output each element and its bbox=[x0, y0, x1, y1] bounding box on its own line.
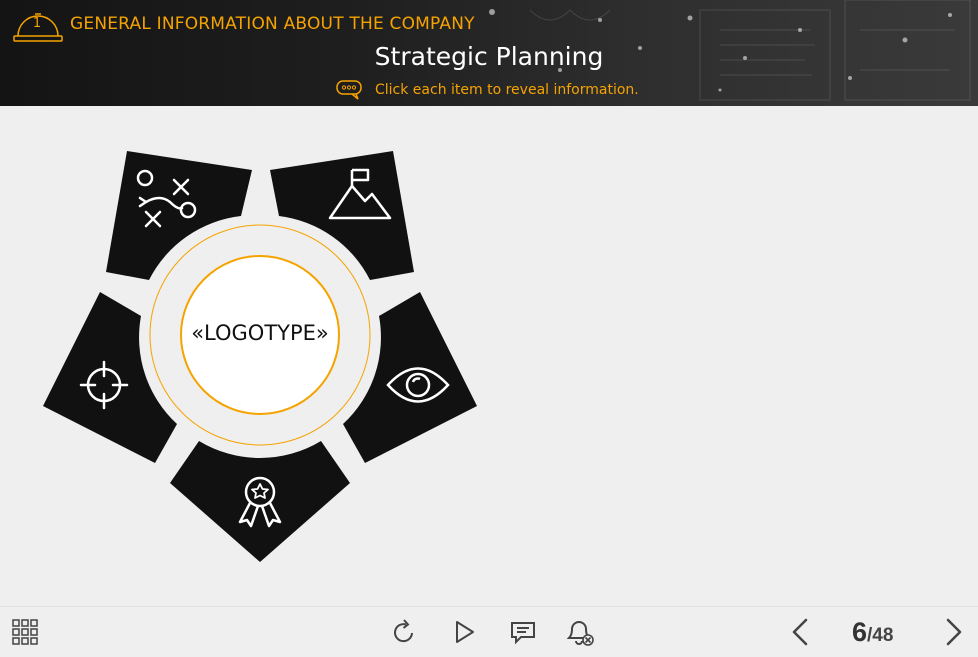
play-icon[interactable] bbox=[454, 619, 476, 649]
instruction-text: Click each item to reveal information. bbox=[375, 82, 639, 98]
page-title: Strategic Planning bbox=[374, 42, 604, 71]
total-pages: /48 bbox=[867, 625, 894, 646]
comment-icon[interactable] bbox=[510, 619, 536, 649]
prev-arrow-icon[interactable] bbox=[790, 617, 810, 651]
replay-icon[interactable] bbox=[392, 619, 416, 649]
page-counter: 6/48 bbox=[852, 617, 893, 648]
section-title: GENERAL INFORMATION ABOUT THE COMPANY bbox=[70, 14, 475, 34]
slide-stage: «LOGOTYPE» bbox=[0, 106, 978, 606]
next-arrow-icon[interactable] bbox=[944, 617, 964, 651]
notification-off-icon[interactable] bbox=[566, 619, 596, 651]
header-banner: 1 GENERAL INFORMATION ABOUT THE COMPANY … bbox=[0, 0, 978, 106]
player-controls: 6/48 bbox=[0, 606, 978, 657]
grid-menu-icon[interactable] bbox=[12, 619, 38, 649]
segment-values[interactable] bbox=[170, 441, 350, 562]
section-number: 1 bbox=[32, 16, 42, 31]
chat-bubble-icon bbox=[336, 80, 364, 104]
current-page: 6 bbox=[852, 617, 868, 647]
logotype-label: «LOGOTYPE» bbox=[191, 321, 329, 345]
strategy-pentagon-diagram bbox=[43, 151, 477, 562]
